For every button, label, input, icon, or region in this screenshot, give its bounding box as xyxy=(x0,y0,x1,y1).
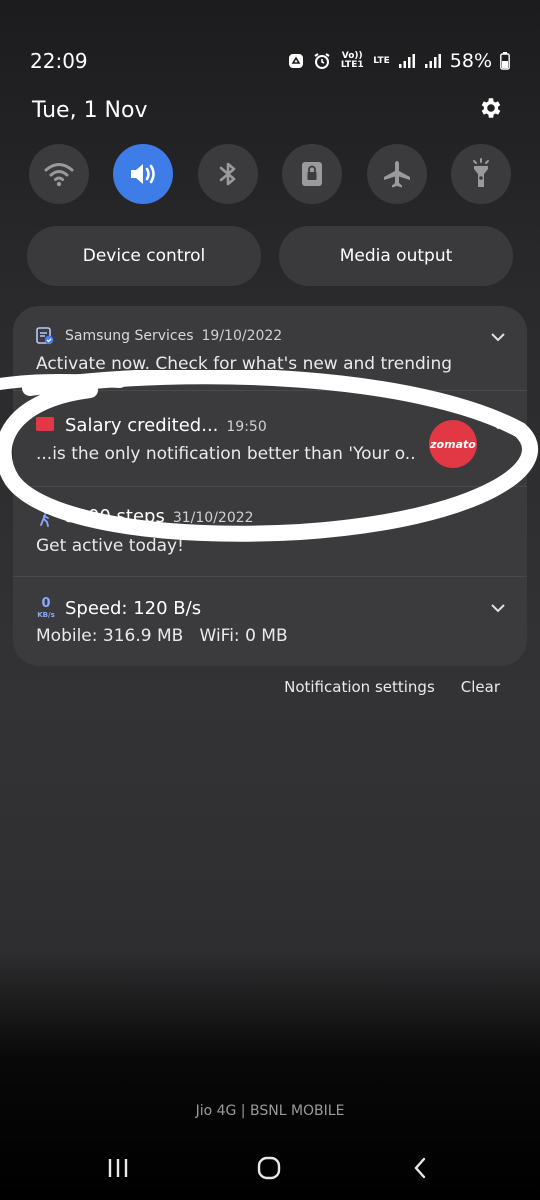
notification-body: Get active today! xyxy=(36,536,184,556)
recents-button[interactable] xyxy=(98,1150,138,1186)
speed-icon-unit: KB/s xyxy=(37,611,55,619)
divider xyxy=(13,486,527,487)
battery-icon xyxy=(500,52,510,70)
lte-label: LTE xyxy=(373,55,390,66)
volte-label: Vo)) LTE1 xyxy=(340,51,364,70)
qs-bluetooth-button[interactable] xyxy=(197,144,258,204)
status-time: 22:09 xyxy=(30,49,88,73)
recycle-icon xyxy=(287,52,305,70)
recents-icon xyxy=(108,1159,128,1177)
zomato-app-icon xyxy=(36,417,54,431)
alarm-icon xyxy=(313,52,331,70)
walking-icon xyxy=(40,510,49,527)
notification-body: ...is the only notification better than … xyxy=(36,444,416,464)
status-bar: 22:09 Vo)) LTE1 LTE 58% xyxy=(30,46,510,76)
divider xyxy=(13,390,527,391)
notification-settings-button[interactable]: Notification settings xyxy=(284,678,435,696)
chevron-down-icon[interactable] xyxy=(489,416,507,434)
signal-icon xyxy=(398,53,416,69)
qs-sound-button[interactable] xyxy=(113,144,174,204)
speed-icon: 0 KB/s xyxy=(35,597,57,620)
notification-time: 19/10/2022 xyxy=(201,328,283,344)
flashlight-icon xyxy=(472,158,489,187)
media-output-button[interactable]: Media output xyxy=(279,226,513,286)
chevron-down-icon[interactable] xyxy=(489,599,507,617)
qs-airplane-button[interactable] xyxy=(366,144,427,204)
notification-title: Salary credited... xyxy=(65,415,219,436)
home-button[interactable] xyxy=(249,1150,289,1186)
qs-wifi-button[interactable] xyxy=(29,144,89,204)
speed-icon-value: 0 xyxy=(41,596,51,611)
qs-flashlight-button[interactable] xyxy=(450,144,511,204)
navigation-bar xyxy=(0,1150,540,1186)
back-icon xyxy=(414,1157,426,1179)
notification-body: Activate now. Check for what's new and t… xyxy=(36,354,453,374)
wifi-icon xyxy=(44,163,74,187)
notification-time: 31/10/2022 xyxy=(172,510,254,526)
speaker-icon xyxy=(131,164,156,184)
back-button[interactable] xyxy=(400,1150,440,1186)
home-icon xyxy=(257,1156,281,1180)
notification-body: Mobile: 316.9 MB WiFi: 0 MB xyxy=(36,626,288,646)
quick-settings xyxy=(29,144,511,204)
notification-title: 3000 steps xyxy=(65,506,165,527)
device-control-button[interactable]: Device control xyxy=(27,226,261,286)
chevron-down-icon[interactable] xyxy=(489,328,507,346)
airplane-icon xyxy=(383,161,410,188)
notification-app-name: Samsung Services xyxy=(65,328,194,344)
notification-panel: Samsung Services 19/10/2022 Activate now.… xyxy=(13,306,527,666)
samsung-services-icon xyxy=(36,327,54,345)
qs-rotation-lock-button[interactable] xyxy=(282,144,343,204)
header: Tue, 1 Nov xyxy=(32,94,504,126)
bluetooth-icon xyxy=(219,162,236,186)
control-pills: Device control Media output xyxy=(27,226,513,286)
lock-icon xyxy=(302,162,323,186)
status-icons: Vo)) LTE1 LTE 58% xyxy=(287,50,510,72)
zomato-logo-badge: zomato xyxy=(429,420,477,468)
notification-time: 19:50 xyxy=(226,419,267,435)
gear-icon[interactable] xyxy=(478,95,504,125)
clear-button[interactable]: Clear xyxy=(461,678,500,696)
divider xyxy=(13,576,527,577)
battery-percent: 58% xyxy=(449,50,492,72)
signal-icon-2 xyxy=(424,53,442,69)
carrier-label: Jio 4G | BSNL MOBILE xyxy=(195,1103,345,1119)
date-label: Tue, 1 Nov xyxy=(32,97,148,123)
notification-title: Speed: 120 B/s xyxy=(65,598,202,619)
notification-footer: Notification settings Clear xyxy=(284,678,500,696)
